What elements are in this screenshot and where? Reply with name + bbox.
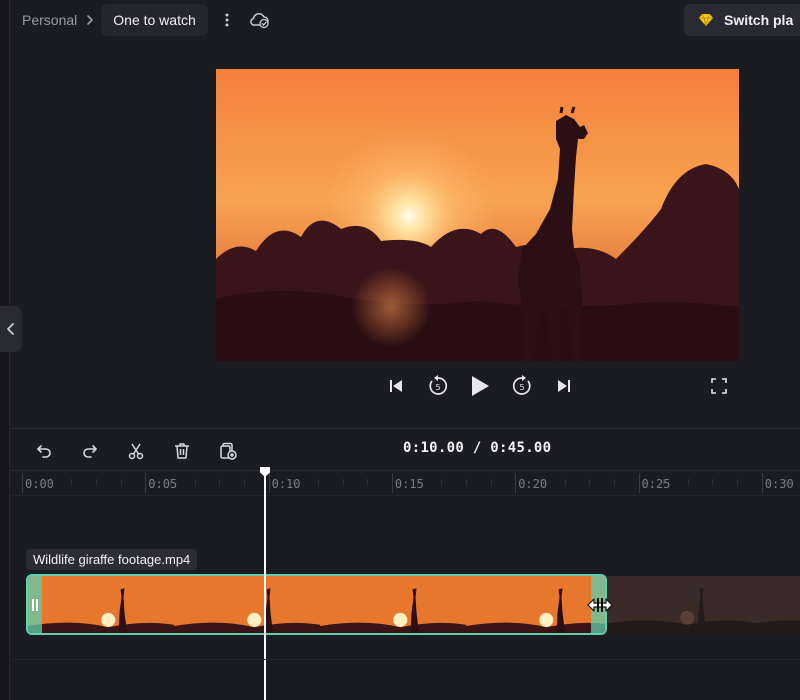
breadcrumb-personal[interactable]: Personal xyxy=(22,12,77,28)
ruler-minor-tick xyxy=(71,479,73,485)
ruler-minor-tick xyxy=(786,479,788,485)
ruler-tick xyxy=(638,473,640,493)
clip-thumbnails xyxy=(28,576,605,633)
scissors-icon[interactable] xyxy=(122,437,150,465)
project-name-field[interactable]: One to watch xyxy=(101,4,208,36)
chevron-right-icon xyxy=(85,14,95,26)
video-clip[interactable] xyxy=(26,574,607,635)
thumbnail-frame xyxy=(174,576,320,633)
ruler-minor-tick xyxy=(120,479,122,485)
expand-sidebar-button[interactable] xyxy=(0,306,22,352)
ruler-minor-tick xyxy=(663,479,665,485)
duplicate-icon[interactable] xyxy=(214,437,242,465)
ruler-minor-tick xyxy=(589,479,591,485)
clip-name-label: Wildlife giraffe footage.mp4 xyxy=(26,549,198,570)
trimmed-clip-ghost xyxy=(607,576,800,634)
ruler-minor-tick xyxy=(564,479,566,485)
ruler-minor-tick xyxy=(342,479,344,485)
ruler-label: 0:30 xyxy=(764,477,794,491)
ruler-label: 0:00 xyxy=(25,477,54,491)
ruler-minor-tick xyxy=(293,479,295,485)
playhead[interactable] xyxy=(260,467,270,700)
ruler-minor-tick xyxy=(539,479,541,485)
rewind-5-icon[interactable]: 5 xyxy=(426,372,450,400)
top-bar: Personal One to watch xyxy=(10,0,800,40)
ruler-minor-tick xyxy=(465,479,467,485)
chevron-left-icon xyxy=(7,323,14,335)
ruler-label: 0:10 xyxy=(271,477,301,491)
fullscreen-icon[interactable] xyxy=(709,376,729,396)
ruler-minor-tick xyxy=(441,479,443,485)
ruler-minor-tick xyxy=(490,479,492,485)
resize-horizontal-icon xyxy=(586,595,614,615)
kebab-menu-icon[interactable] xyxy=(218,8,236,32)
ruler-tick xyxy=(268,473,270,493)
play-icon[interactable] xyxy=(468,372,492,400)
ruler-label: 0:25 xyxy=(641,477,671,491)
ruler-label: 0:20 xyxy=(518,477,548,491)
thumbnail-frame xyxy=(607,576,753,634)
cloud-saved-icon[interactable] xyxy=(248,8,272,32)
ruler-minor-tick xyxy=(613,479,615,485)
timeline-panel: 0:10.00 / 0:45.00 0:00 0:05 0:10 0:15 0:20 0:… xyxy=(10,428,800,700)
ruler-minor-tick xyxy=(194,479,196,485)
skip-to-start-icon[interactable] xyxy=(384,372,408,400)
ruler-minor-tick xyxy=(687,479,689,485)
ruler-minor-tick xyxy=(317,479,319,485)
grip-icon xyxy=(32,598,38,611)
timeline-toolbar xyxy=(30,437,242,465)
video-editor: Personal One to watch Switch pla 5 5 0:1… xyxy=(0,0,800,700)
ruler-label: 0:15 xyxy=(394,477,424,491)
playback-controls: 5 5 xyxy=(384,372,576,400)
diamond-icon xyxy=(698,13,714,27)
undo-icon[interactable] xyxy=(30,437,58,465)
timecode-display: 0:10.00 / 0:45.00 xyxy=(403,440,552,456)
ruler-minor-tick xyxy=(416,479,418,485)
ruler-minor-tick xyxy=(169,479,171,485)
ruler-minor-tick xyxy=(95,479,97,485)
ruler-minor-tick xyxy=(367,479,369,485)
thumbnail-frame xyxy=(320,576,466,633)
ruler-minor-tick xyxy=(737,479,739,485)
ruler-tick xyxy=(515,473,517,493)
svg-text:5: 5 xyxy=(435,383,440,392)
thumbnail-frame xyxy=(753,576,800,634)
ruler-minor-tick xyxy=(712,479,714,485)
switch-plan-label: Switch pla xyxy=(724,12,794,28)
thumbnail-frame xyxy=(28,576,174,633)
track-divider xyxy=(10,659,800,660)
ruler-label: 0:05 xyxy=(148,477,178,491)
switch-plan-button[interactable]: Switch pla xyxy=(684,4,800,36)
skip-to-end-icon[interactable] xyxy=(552,372,576,400)
video-preview[interactable] xyxy=(216,69,739,361)
ruler-minor-tick xyxy=(219,479,221,485)
ruler-tick xyxy=(22,473,23,493)
ruler-minor-tick xyxy=(243,479,245,485)
ruler-tick xyxy=(391,473,393,493)
ruler-tick xyxy=(761,473,763,493)
clip-trim-handle-left[interactable] xyxy=(28,576,42,633)
ruler-minor-tick xyxy=(46,479,48,485)
timeline-ruler[interactable]: 0:00 0:05 0:10 0:15 0:20 0:25 0:30 xyxy=(10,470,800,496)
svg-text:5: 5 xyxy=(519,383,524,392)
ruler-tick xyxy=(145,473,147,493)
giraffe-sunset-frame xyxy=(216,69,739,361)
trash-icon[interactable] xyxy=(168,437,196,465)
redo-icon[interactable] xyxy=(76,437,104,465)
forward-5-icon[interactable]: 5 xyxy=(510,372,534,400)
